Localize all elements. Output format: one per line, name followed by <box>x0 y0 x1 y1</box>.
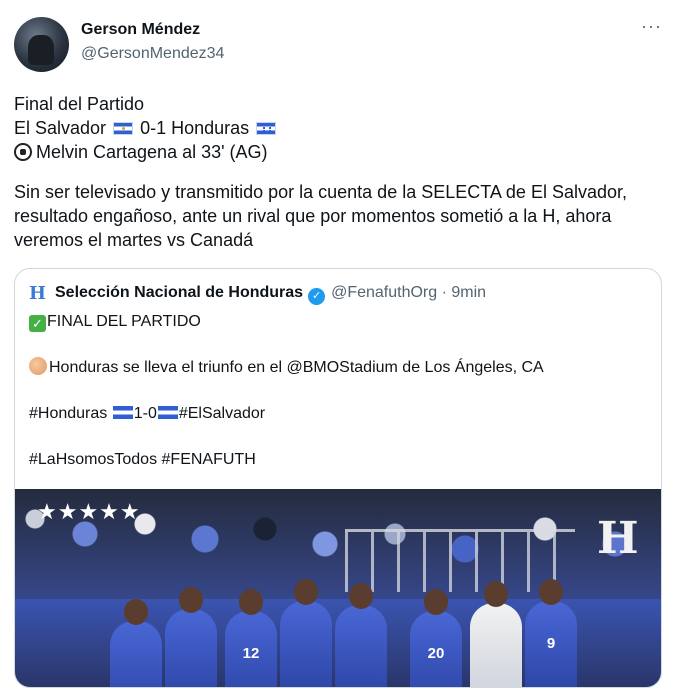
quoted-line-triumph: Honduras se lleva el triunfo en el @BMOS… <box>29 357 649 379</box>
fenafuth-logo-icon: H <box>29 283 47 304</box>
tweet-text: Final del Partido El Salvador 0-1 Hondur… <box>14 92 664 252</box>
tweet-line-score: El Salvador 0-1 Honduras <box>14 116 664 140</box>
quoted-header: H Selección Nacional de Honduras ✓ @Fenafut… <box>29 283 486 305</box>
stadium-railing <box>345 529 575 592</box>
avatar[interactable] <box>14 17 69 72</box>
score-team1: El Salvador <box>14 118 107 138</box>
hashtag-elsalvador[interactable]: #ElSalvador <box>179 405 265 422</box>
player: 20 <box>410 589 462 687</box>
tweet-paragraph: Sin ser televisado y transmitido por la … <box>14 182 627 250</box>
quoted-handle[interactable]: @FenafuthOrg <box>331 284 437 301</box>
quoted-tweet[interactable]: H Selección Nacional de Honduras ✓ @Fenafut… <box>14 268 662 688</box>
quoted-line1: FINAL DEL PARTIDO <box>47 313 201 330</box>
tweet-line-scorer: Melvin Cartagena al 33' (AG) <box>14 140 664 164</box>
player <box>335 583 387 687</box>
player <box>110 599 162 687</box>
quoted-score: 1-0 <box>133 405 157 422</box>
match-photo[interactable]: ★★★★★ H 12 20 9 <box>15 489 661 687</box>
honduras-flag-icon <box>256 122 277 135</box>
verified-icon: ✓ <box>308 288 326 305</box>
check-icon: ✓ <box>29 315 46 332</box>
player <box>165 587 217 687</box>
crest-letter: H <box>597 513 639 564</box>
quoted-separator: · <box>441 284 447 301</box>
player: 12 <box>225 589 277 687</box>
quoted-body: ✓ FINAL DEL PARTIDO Honduras se lleva el … <box>29 311 649 471</box>
score-value: 0-1 <box>140 118 167 138</box>
el-salvador-flag-icon <box>157 406 178 419</box>
score-team2: Honduras <box>171 118 250 138</box>
hashtag-honduras[interactable]: #Honduras <box>29 405 107 422</box>
author-handle[interactable]: @GersonMendez34 <box>81 45 224 63</box>
quoted-name[interactable]: Selección Nacional de Honduras <box>55 284 303 301</box>
el-salvador-flag-icon <box>113 122 134 135</box>
quoted-line-final: ✓ FINAL DEL PARTIDO <box>29 311 649 333</box>
quoted-hashtags[interactable]: #LaHsomosTodos #FENAFUTH <box>29 449 649 471</box>
tweet-line-final: Final del Partido <box>14 94 145 114</box>
more-icon[interactable]: ··· <box>641 16 662 37</box>
author-name[interactable]: Gerson Méndez <box>81 21 200 39</box>
player <box>470 581 522 687</box>
quoted-time[interactable]: 9min <box>451 284 486 301</box>
clap-icon <box>29 357 47 375</box>
honduras-flag-icon <box>112 406 133 419</box>
soccer-ball-icon <box>14 143 32 161</box>
quoted-line2: Honduras se lleva el triunfo en el @BMOS… <box>49 359 544 376</box>
scorer-text: Melvin Cartagena al 33' (AG) <box>36 142 268 162</box>
stars-graphic: ★★★★★ <box>37 499 141 524</box>
quoted-line-score: #Honduras 1-0 #ElSalvador <box>29 403 649 425</box>
